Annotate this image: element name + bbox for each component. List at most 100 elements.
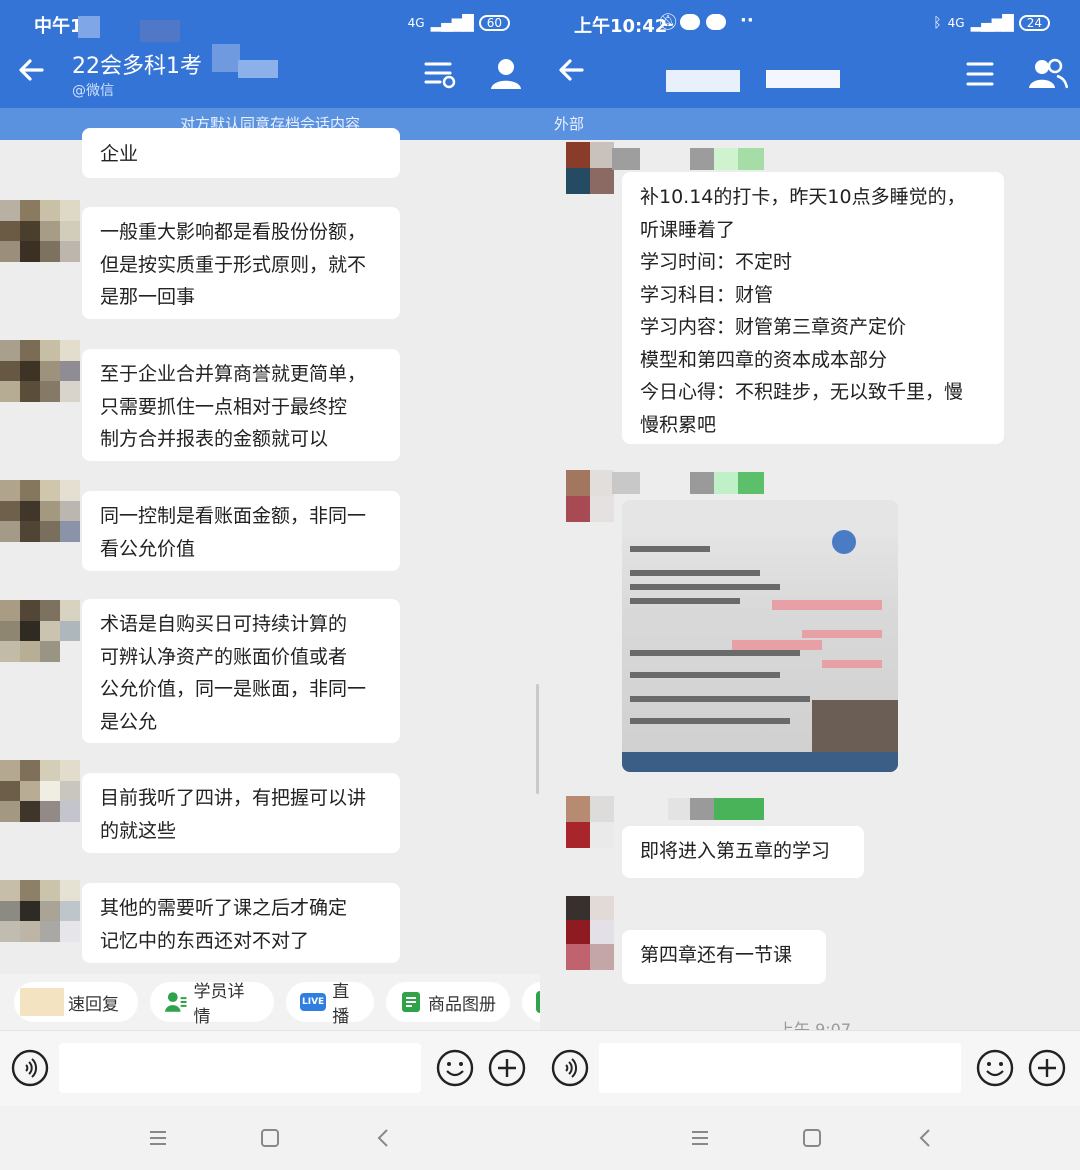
network-label: 4G [407,16,425,30]
message-bubble[interactable]: 补10.14的打卡，昨天10点多睡觉的， 听课睡着了 学习时间：不定时 学习科目… [622,172,1004,444]
sender-avatar[interactable] [0,880,80,942]
chat-settings-icon[interactable] [420,54,460,94]
quick-action-bar: 速回复 学员详情 LIVE 直播 商品图册 [0,974,540,1030]
message-text: 其他的需要听了课之后才确定 记忆中的东西还对不对了 [100,897,348,952]
voice-input-icon[interactable] [551,1049,589,1087]
menu-icon[interactable] [960,54,1000,94]
chat-title: 22会多科1考 [72,54,202,79]
message-bubble[interactable]: 即将进入第五章的学习 [622,826,864,878]
mute-bell-icon: 🔕︎ [658,12,679,31]
signal-icon: ▂▄▆█ [970,14,1014,32]
sender-avatar[interactable] [566,142,614,194]
battery-icon: 24 [1018,15,1050,31]
message-input[interactable] [599,1043,961,1093]
blurred-name [690,472,714,494]
sender-avatar[interactable] [0,340,80,402]
external-notice-text: 外部 [554,115,585,133]
message-input[interactable] [59,1043,421,1093]
message-text: 术语是自购买日可持续计算的 可辨认净资产的账面价值或者 公允价值，同一是账面，非… [100,613,367,733]
blurred-name [738,148,764,170]
message-bubble[interactable]: 至于企业合并算商誉就更简单， 只需要抓住一点相对于最终控 制方合并报表的金额就可… [82,349,400,461]
blurred-status-area [140,20,180,42]
message-input-bar [0,1030,540,1106]
blurred-name [690,798,714,820]
system-navbar [0,1106,540,1170]
network-label: 4G [947,16,965,30]
home-icon[interactable] [258,1126,282,1150]
message-text: 一般重大影响都是看股份份额， 但是按实质重于形式原则，就不 是那一回事 [100,221,367,308]
system-navbar [540,1106,1080,1170]
student-details-chip[interactable]: 学员详情 [150,982,274,1027]
blurred-status-area [78,16,100,38]
live-chip[interactable]: LIVE 直播 [286,982,374,1027]
menu-icon[interactable] [146,1126,170,1150]
blurred-title-area [238,60,278,78]
blurred-name [714,148,738,170]
emoji-icon[interactable] [976,1049,1014,1087]
sender-avatar[interactable] [566,896,614,970]
sender-avatar[interactable] [0,600,80,662]
home-icon[interactable] [800,1126,824,1150]
blurred-name [668,798,692,820]
quick-reply-chip[interactable]: 速回复 [14,982,138,1022]
live-label: 直播 [332,982,350,1027]
status-time: 上午10:42 [574,16,668,37]
scrollbar[interactable] [536,684,539,794]
sender-avatar[interactable] [0,760,80,822]
message-bubble[interactable]: 其他的需要听了课之后才确定 记忆中的东西还对不对了 [82,883,400,963]
chat-header: 中午12 4G ▂▄▆█ 60 22会多科1考 @微信 [0,0,540,108]
message-text: 第四章还有一节课 [640,944,793,966]
more-status-icon: ·· [740,10,754,31]
back-arrow-icon[interactable] [14,52,50,88]
chat-subtitle: @微信 [72,83,114,99]
blurred-name [612,148,640,170]
message-bubble[interactable]: 一般重大影响都是看股份份额， 但是按实质重于形式原则，就不 是那一回事 [82,207,400,319]
status-indicators: ᛒ 4G ▂▄▆█ 24 [933,14,1050,32]
plus-icon[interactable] [488,1049,526,1087]
external-notice: 外部 [540,108,1080,140]
signal-icon: ▂▄▆█ [430,14,474,32]
student-icon [164,992,187,1012]
bluetooth-icon: ᛒ [933,15,942,31]
live-icon: LIVE [300,993,327,1011]
plus-icon[interactable] [1028,1049,1066,1087]
user-profile-icon[interactable] [486,54,526,94]
blurred-name [612,472,640,494]
sender-avatar[interactable] [566,796,614,848]
back-arrow-icon[interactable] [554,52,590,88]
back-nav-icon[interactable] [914,1126,938,1150]
message-bubble[interactable]: 术语是自购买日可持续计算的 可辨认净资产的账面价值或者 公允价值，同一是账面，非… [82,599,400,743]
more-chip[interactable] [522,982,540,1022]
message-text: 同一控制是看账面金额，非同一 看公允价值 [100,505,367,560]
message-text: 至于企业合并算商誉就更简单， 只需要抓住一点相对于最终控 制方合并报表的金额就可… [100,363,367,450]
blurred-name [738,472,764,494]
message-bubble[interactable]: 目前我听了四讲，有把握可以讲 的就这些 [82,773,400,853]
blurred-title-area [666,70,740,92]
voice-input-icon[interactable] [11,1049,49,1087]
message-bubble[interactable]: 第四章还有一节课 [622,930,826,984]
message-text: 即将进入第五章的学习 [640,840,831,862]
blurred-name [714,472,738,494]
screenshot-stage: 中午12 4G ▂▄▆█ 60 22会多科1考 @微信 对方默认同意存档会话内容… [0,0,1080,1170]
message-text: 补10.14的打卡，昨天10点多睡觉的， 听课睡着了 学习时间：不定时 学习科目… [640,186,966,436]
battery-icon: 60 [478,15,510,31]
catalog-icon [402,992,420,1012]
sender-avatar[interactable] [0,200,80,262]
product-catalog-label: 商品图册 [428,994,496,1015]
image-message[interactable] [622,500,898,772]
message-bubble[interactable]: 企业 [82,128,400,178]
wechat-icon [680,14,700,30]
status-indicators: 4G ▂▄▆█ 60 [408,14,510,32]
group-members-icon[interactable] [1028,54,1068,94]
message-bubble[interactable]: 同一控制是看账面金额，非同一 看公允价值 [82,491,400,571]
menu-icon[interactable] [688,1126,712,1150]
blurred-name [690,148,714,170]
emoji-icon[interactable] [436,1049,474,1087]
back-nav-icon[interactable] [372,1126,396,1150]
product-catalog-chip[interactable]: 商品图册 [386,982,510,1022]
sender-avatar[interactable] [0,480,80,542]
blurred-chip-area [20,988,64,1016]
student-details-label: 学员详情 [193,982,245,1027]
sender-avatar[interactable] [566,470,614,522]
right-chat-panel: 上午10:42 🔕︎ ·· ᛒ 4G ▂▄▆█ 24 外部 补10.14的打卡，… [540,0,1080,1170]
